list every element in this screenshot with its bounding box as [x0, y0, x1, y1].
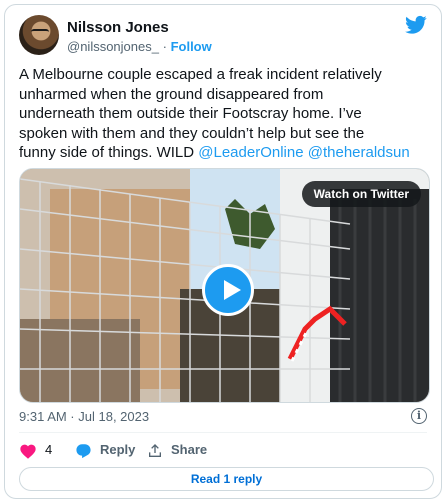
read-replies-button[interactable]: Read 1 reply [19, 467, 434, 491]
author-handle-row: @nilssonjones_ · Follow [67, 39, 212, 54]
author-name[interactable]: Nilsson Jones [67, 19, 169, 36]
mention-theheraldsun[interactable]: @theheraldsun [308, 144, 410, 161]
share-icon [149, 443, 161, 457]
timestamp[interactable]: 9:31 AM · Jul 18, 2023 [19, 409, 149, 424]
separator: · [162, 39, 167, 54]
tweet-line: funny side of things. WILD @LeaderOnline… [19, 143, 433, 163]
info-icon[interactable]: i [411, 408, 427, 424]
author-handle[interactable]: @nilssonjones_ [67, 39, 159, 54]
like-button[interactable]: 4 [19, 441, 52, 461]
share-button[interactable]: Share [147, 441, 207, 461]
heart-icon [20, 444, 36, 459]
tweet-card: Nilsson Jones @nilssonjones_ · Follow A … [4, 4, 442, 499]
divider [19, 432, 427, 433]
tweet-line: unharmed when the ground disappeared fro… [19, 85, 324, 103]
tweet-text: A Melbourne couple escaped a freak incid… [19, 65, 433, 163]
tweet-meta: 9:31 AM · Jul 18, 2023 i [19, 408, 427, 427]
tweet-line: A Melbourne couple escaped a freak incid… [19, 66, 382, 83]
avatar[interactable] [19, 15, 59, 55]
follow-button[interactable]: Follow [171, 39, 212, 54]
play-icon[interactable] [202, 264, 254, 316]
watch-on-twitter-button[interactable]: Watch on Twitter [301, 181, 421, 207]
like-count: 4 [45, 442, 53, 457]
tweet-actions: 4 Reply Share [19, 441, 427, 461]
tweet-line: spoken with them and they couldn’t help … [19, 124, 365, 142]
reply-icon [76, 443, 91, 458]
video-media[interactable]: Watch on Twitter [19, 168, 430, 403]
reply-button[interactable]: Reply [75, 441, 135, 461]
twitter-bird-icon[interactable] [405, 15, 427, 35]
share-label: Share [171, 442, 208, 457]
tweet-line: underneath them outside their Footscray … [19, 105, 362, 122]
tweet-line-text: funny side of things. WILD [19, 144, 199, 161]
tweet-header: Nilsson Jones @nilssonjones_ · Follow [19, 15, 427, 57]
reply-label: Reply [100, 442, 136, 457]
mention-leaderonline[interactable]: @LeaderOnline [198, 144, 303, 161]
